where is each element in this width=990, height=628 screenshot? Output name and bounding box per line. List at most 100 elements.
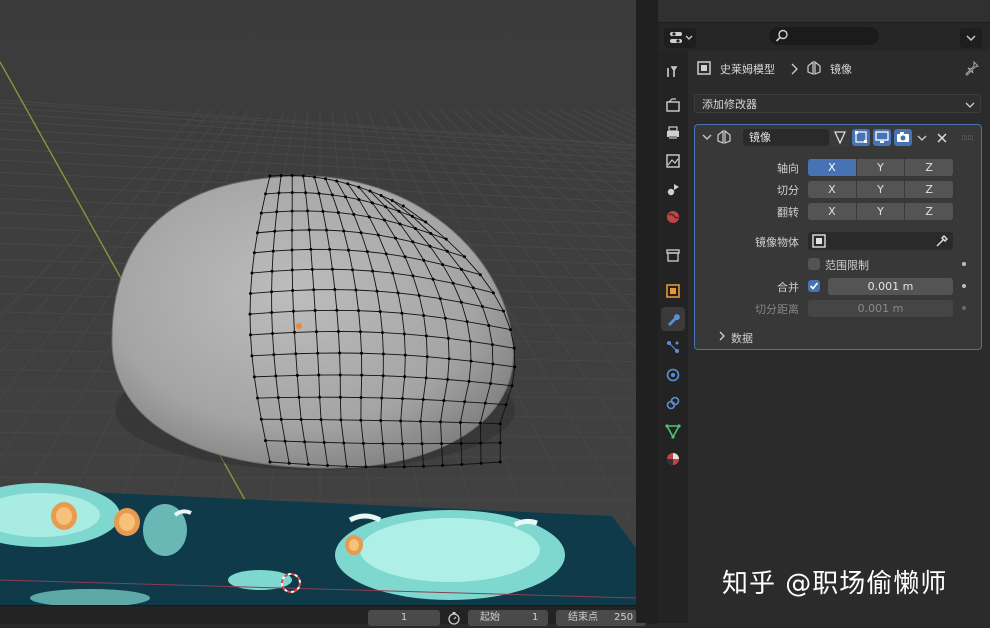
material-icon [667, 453, 679, 465]
modifier-properties: 史莱姆模型 镜像 添加修改器 镜像 轴向 X Y Z 切分 X Y Z 翻转 X… [688, 51, 990, 623]
eyedropper-icon[interactable] [935, 234, 949, 248]
add-modifier-dropdown[interactable]: 添加修改器 [694, 94, 981, 113]
properties-tabs [658, 51, 688, 623]
tab-tool[interactable] [661, 59, 685, 83]
tab-output[interactable] [661, 121, 685, 145]
search-input[interactable] [769, 27, 879, 45]
monitor-icon [875, 131, 889, 143]
flip-segmented: X Y Z [808, 203, 954, 220]
properties-editor: 史莱姆模型 镜像 添加修改器 镜像 轴向 X Y Z 切分 X Y Z 翻转 X… [658, 0, 990, 623]
camera-icon [897, 132, 909, 142]
drag-handle-icon[interactable] [961, 131, 975, 145]
chevron-down-icon[interactable] [915, 131, 929, 145]
chevron-down-icon [965, 102, 975, 108]
mesh-data-icon [665, 424, 681, 439]
current-frame-field[interactable]: 1 [368, 610, 440, 626]
scene-icon [667, 184, 679, 196]
mirror-modifier-panel: 镜像 轴向 X Y Z 切分 X Y Z 翻转 X Y Z 镜像物体 范围限制 … [694, 124, 982, 350]
mirror-modifier-icon [807, 60, 821, 75]
clipping-checkbox[interactable] [808, 258, 820, 270]
tab-collection[interactable] [661, 243, 685, 267]
close-icon[interactable] [935, 131, 949, 145]
bisect-z-button[interactable]: Z [905, 181, 954, 198]
editor-type-icon [670, 32, 693, 43]
tab-physics[interactable] [661, 363, 685, 387]
tab-scene[interactable] [661, 177, 685, 201]
printer-icon [667, 126, 679, 139]
start-frame-field[interactable]: 起始 1 [468, 610, 548, 626]
bisect-y-button[interactable]: Y [856, 181, 906, 198]
merge-distance-field[interactable]: 0.001 m [828, 278, 953, 295]
clipping-label: 范围限制 [825, 259, 869, 272]
keyframe-dot[interactable] [962, 306, 966, 310]
tab-world[interactable] [661, 205, 685, 229]
tab-data[interactable] [661, 419, 685, 443]
merge-label: 合并 [777, 281, 799, 294]
cage-triangle-icon [833, 131, 847, 145]
timeline-bar: 1 起始 1 结束点 250 [0, 605, 656, 626]
tab-modifiers[interactable] [661, 307, 685, 331]
edit-mode-toggle[interactable] [852, 129, 870, 146]
tab-material[interactable] [661, 447, 685, 471]
object-icon [812, 234, 826, 248]
bisect-x-button[interactable]: X [808, 181, 857, 198]
collapse-chevron-icon[interactable] [701, 131, 713, 143]
mirror-object-field[interactable] [808, 232, 953, 250]
options-dropdown-button[interactable] [960, 28, 982, 48]
constraint-icon [666, 396, 680, 410]
editor-type-button[interactable] [664, 28, 696, 48]
end-frame-label: 结束点 [568, 612, 598, 623]
checkmark-icon [809, 282, 819, 290]
properties-header [658, 23, 990, 51]
3d-viewport[interactable] [0, 0, 636, 605]
region-separator [636, 0, 658, 623]
tab-constraints[interactable] [661, 391, 685, 415]
world-icon [667, 211, 679, 223]
tool-icon [667, 66, 678, 77]
flip-label: 翻转 [777, 206, 799, 219]
tab-particles[interactable] [661, 335, 685, 359]
modifier-name-field[interactable]: 镜像 [743, 129, 829, 146]
bisect-distance-field[interactable]: 0.001 m [808, 300, 953, 317]
edit-cage-toggle[interactable] [831, 129, 849, 146]
add-modifier-label: 添加修改器 [702, 98, 757, 111]
end-frame-field[interactable]: 结束点 250 [556, 610, 646, 626]
bisect-label: 切分 [777, 184, 799, 197]
data-subpanel-label[interactable]: 数据 [731, 330, 753, 346]
tab-render[interactable] [661, 93, 685, 117]
axis-label: 轴向 [777, 162, 799, 175]
chevron-down-icon [966, 35, 976, 41]
axis-y-button[interactable]: Y [856, 159, 906, 176]
object-origin [296, 323, 302, 329]
tab-view-layer[interactable] [661, 149, 685, 173]
axis-segmented: X Y Z [808, 159, 954, 176]
axis-z-button[interactable]: Z [905, 159, 954, 176]
mirror-object-label: 镜像物体 [755, 236, 799, 249]
start-frame-label: 起始 [480, 612, 500, 623]
search-icon [775, 29, 788, 42]
chevron-right-icon [791, 63, 798, 75]
edit-mode-icon [855, 131, 867, 143]
flip-z-button[interactable]: Z [905, 203, 954, 220]
render-toggle[interactable] [894, 129, 912, 146]
axis-x-button[interactable]: X [808, 159, 857, 176]
render-icon [666, 98, 680, 112]
bisect-segmented: X Y Z [808, 181, 954, 198]
chevron-right-icon[interactable] [717, 330, 727, 342]
flip-x-button[interactable]: X [808, 203, 857, 220]
end-frame-value: 250 [614, 612, 634, 623]
object-icon [666, 284, 680, 298]
tab-object[interactable] [661, 279, 685, 303]
pin-icon[interactable] [964, 60, 980, 76]
bisect-distance-label: 切分距离 [755, 303, 799, 316]
viewport-display-toggle[interactable] [873, 129, 891, 146]
keyframe-dot[interactable] [962, 284, 966, 288]
particles-icon [667, 341, 679, 353]
merge-checkbox[interactable] [808, 280, 820, 292]
object-icon [697, 61, 711, 75]
start-frame-value: 1 [532, 612, 539, 623]
flip-y-button[interactable]: Y [856, 203, 906, 220]
image-icon [666, 154, 680, 168]
keyframe-dot[interactable] [962, 262, 966, 266]
properties-topbar [658, 0, 990, 23]
